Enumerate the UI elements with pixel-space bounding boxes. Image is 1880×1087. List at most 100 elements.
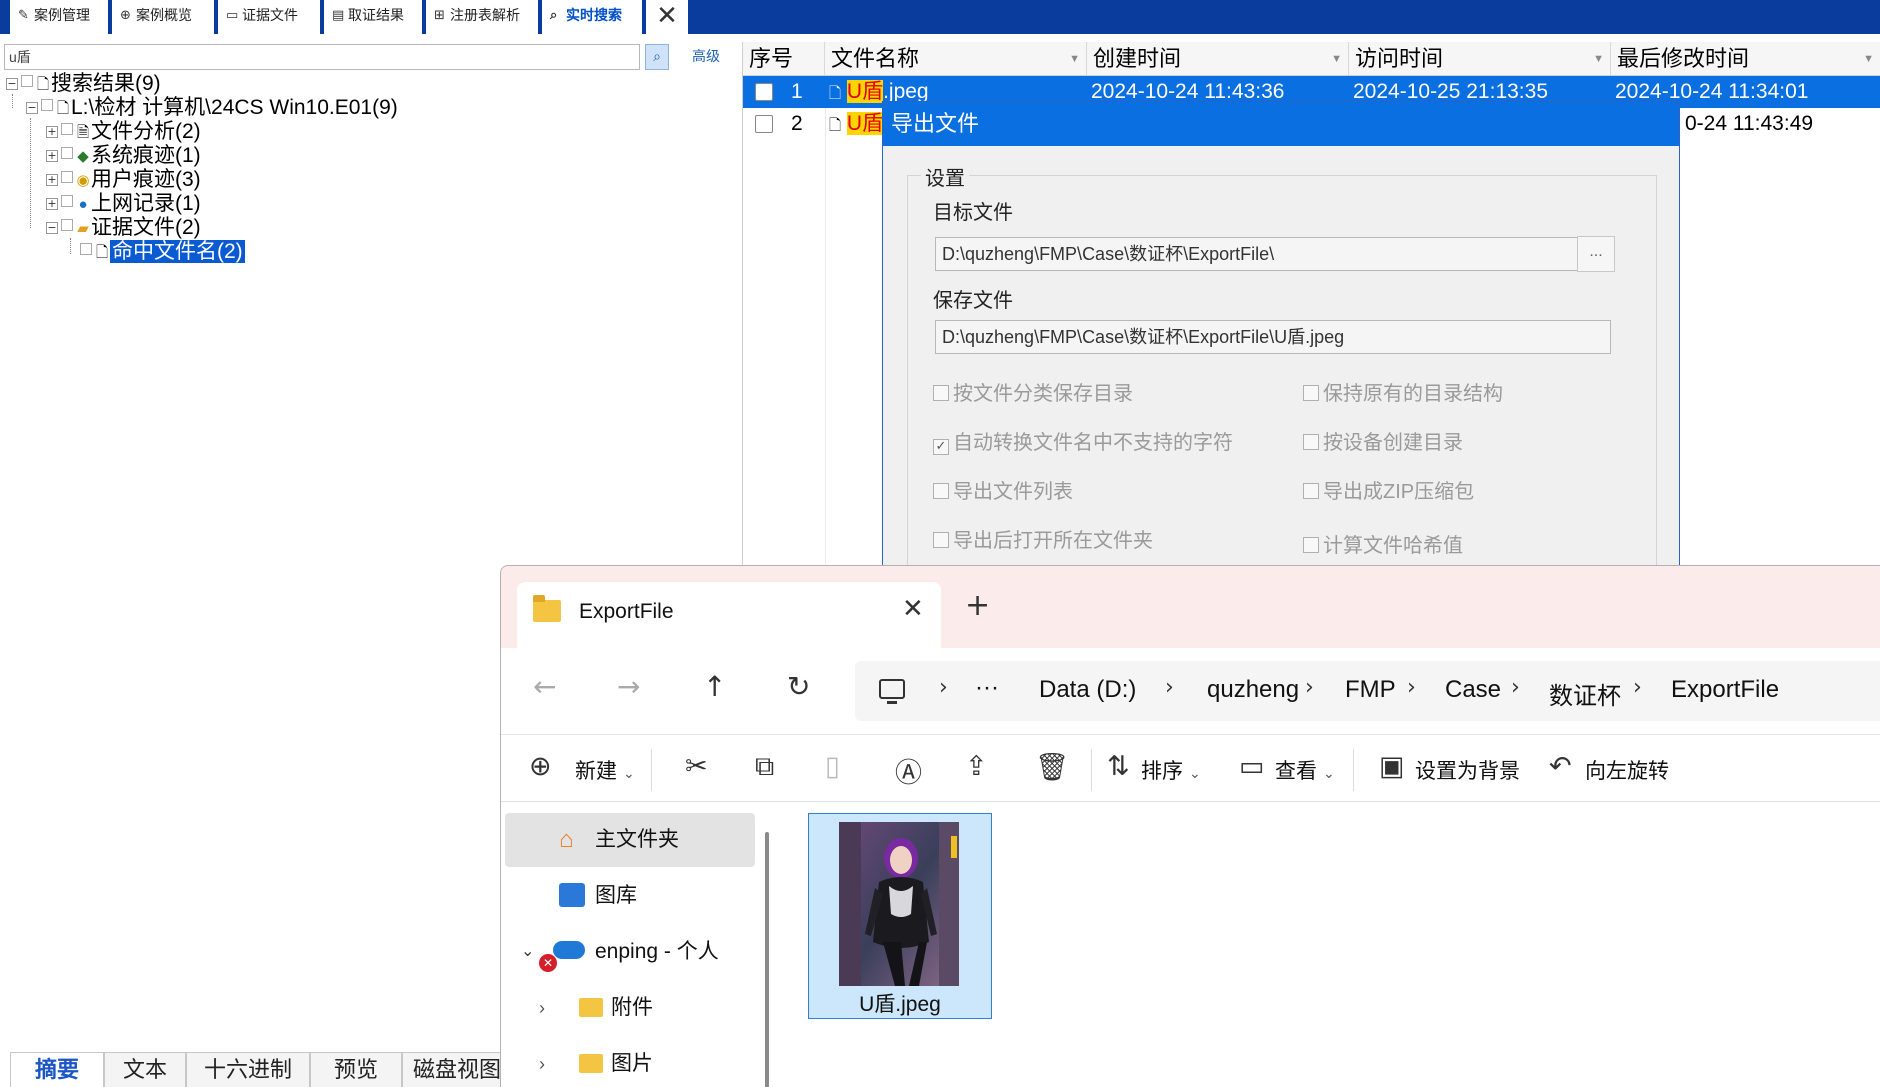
tree-node-user-traces[interactable]: + ◉用户痕迹(3) — [46, 168, 201, 192]
search-button[interactable]: ⌕ — [645, 44, 669, 70]
tree-checkbox[interactable] — [61, 123, 73, 135]
set-background-button[interactable]: 设置为背景 — [1415, 755, 1520, 785]
target-path-field[interactable]: D:\quzheng\FMP\Case\数证杯\ExportFile\ — [935, 237, 1579, 271]
tab-summary[interactable]: 摘要 — [10, 1052, 104, 1087]
sort-button[interactable]: 排序 ⌄ — [1141, 755, 1201, 785]
sidebar-item-onedrive[interactable]: ⌄ ✕ enping - 个人 — [505, 925, 755, 979]
tree-node-file-analysis[interactable]: + 🗎文件分析(2) — [46, 120, 201, 144]
column-header-index[interactable]: 序号 — [743, 42, 825, 76]
back-icon[interactable]: ← — [533, 670, 556, 703]
filter-icon[interactable]: ▼ — [1593, 42, 1604, 75]
row-checkbox[interactable] — [755, 83, 773, 101]
delete-icon[interactable]: 🗑 — [1035, 751, 1069, 783]
tab-case-management[interactable]: ✎ 案例管理 — [10, 0, 110, 34]
checkbox[interactable] — [1303, 537, 1319, 553]
collapse-icon[interactable]: − — [26, 102, 38, 114]
sidebar-item-pictures[interactable]: › 图片 — [505, 1037, 755, 1087]
checkbox[interactable] — [933, 532, 949, 548]
filter-icon[interactable]: ▼ — [1863, 42, 1874, 75]
expand-icon[interactable]: + — [46, 126, 58, 138]
option-create-by-device[interactable]: 按设备创建目录 — [1303, 426, 1463, 455]
tree-checkbox[interactable] — [61, 219, 73, 231]
tab-text[interactable]: 文本 — [104, 1052, 186, 1087]
checkbox[interactable] — [1303, 434, 1319, 450]
option-open-folder-after-export[interactable]: 导出后打开所在文件夹 — [933, 524, 1153, 553]
tab-preview[interactable]: 预览 — [310, 1052, 402, 1087]
forward-icon[interactable]: → — [617, 670, 640, 703]
breadcrumb-quzheng[interactable]: quzheng — [1207, 676, 1299, 704]
up-icon[interactable]: ↑ — [703, 670, 726, 703]
checkbox[interactable] — [1303, 385, 1319, 401]
option-export-zip[interactable]: 导出成ZIP压缩包 — [1303, 475, 1474, 504]
tree-checkbox[interactable] — [61, 147, 73, 159]
breadcrumb-shuzhengbei[interactable]: 数证杯 — [1549, 676, 1621, 711]
sidebar-scrollbar[interactable] — [765, 832, 769, 1087]
breadcrumb-exportfile[interactable]: ExportFile — [1671, 676, 1779, 704]
option-auto-convert-filename[interactable]: ✓ 自动转换文件名中不支持的字符 — [933, 426, 1233, 455]
expand-icon[interactable]: + — [46, 150, 58, 162]
view-button[interactable]: 查看 ⌄ — [1275, 755, 1335, 785]
chevron-right-icon[interactable]: › — [539, 981, 545, 1035]
option-compute-hash[interactable]: 计算文件哈希值 — [1303, 529, 1463, 558]
rename-icon[interactable]: Ⓐ — [895, 751, 922, 790]
tree-node-system-traces[interactable]: + ◆ 系统痕迹(1) — [46, 144, 201, 168]
search-input[interactable] — [4, 44, 640, 70]
option-save-by-category[interactable]: 按文件分类保存目录 — [933, 377, 1133, 406]
tree-node-search-results[interactable]: − 🗋搜索结果(9) — [6, 72, 161, 96]
dialog-title[interactable]: 导出文件 — [883, 102, 1679, 146]
tab-realtime-search[interactable]: ⌕ 实时搜索 — [542, 0, 644, 34]
refresh-icon[interactable]: ↻ — [787, 670, 810, 703]
filter-icon[interactable]: ▼ — [1069, 42, 1080, 75]
save-path-field[interactable]: D:\quzheng\FMP\Case\数证杯\ExportFile\U盾.jp… — [935, 320, 1611, 354]
breadcrumb-fmp[interactable]: FMP — [1345, 676, 1396, 704]
close-tab-icon[interactable]: ✕ — [646, 0, 688, 34]
column-header-created[interactable]: 创建时间 ▼ — [1087, 42, 1349, 76]
tree-node-evidence-files[interactable]: − ▰ 证据文件(2) — [46, 216, 201, 240]
column-header-accessed[interactable]: 访问时间 ▼ — [1349, 42, 1611, 76]
chevron-right-icon[interactable]: › — [1511, 675, 1520, 700]
tab-evidence-files[interactable]: ▭ 证据文件 — [218, 0, 322, 34]
expand-icon[interactable]: + — [46, 174, 58, 186]
tab-registry-parse[interactable]: ⊞ 注册表解析 — [426, 0, 540, 34]
chevron-right-icon[interactable]: › — [1305, 675, 1314, 700]
tab-disk-view[interactable]: 磁盘视图 — [402, 1052, 512, 1087]
tree-node-filename-hits[interactable]: 🗋 命中文件名(2) — [80, 240, 245, 264]
tree-checkbox[interactable] — [41, 99, 53, 111]
expand-icon[interactable]: + — [46, 198, 58, 210]
breadcrumb-data-drive[interactable]: Data (D:) — [1039, 676, 1136, 704]
new-button[interactable]: 新建 ⌄ — [575, 755, 635, 785]
checkbox-checked[interactable]: ✓ — [933, 439, 949, 455]
paste-icon[interactable]: ▯ — [825, 751, 840, 782]
filter-icon[interactable]: ▼ — [1331, 42, 1342, 75]
chevron-right-icon[interactable]: › — [539, 1037, 545, 1087]
collapse-icon[interactable]: − — [46, 222, 58, 234]
tree-checkbox[interactable] — [21, 75, 33, 87]
copy-icon[interactable]: ⧉ — [755, 751, 774, 783]
tree-checkbox[interactable] — [80, 243, 92, 255]
explorer-tab[interactable]: ExportFile ✕ — [517, 582, 941, 648]
column-header-modified[interactable]: 最后修改时间 ▼ — [1611, 42, 1880, 76]
collapse-icon[interactable]: − — [6, 78, 18, 90]
tab-forensic-results[interactable]: ▤ 取证结果 — [324, 0, 424, 34]
close-icon[interactable]: ✕ — [902, 594, 924, 624]
cut-icon[interactable]: ✂ — [685, 751, 708, 782]
chevron-right-icon[interactable]: › — [1633, 675, 1642, 700]
browse-button[interactable]: ... — [1577, 236, 1615, 272]
option-keep-directory-structure[interactable]: 保持原有的目录结构 — [1303, 377, 1503, 406]
tab-case-overview[interactable]: ⊕ 案例概览 — [112, 0, 216, 34]
option-export-file-list[interactable]: 导出文件列表 — [933, 475, 1073, 504]
new-tab-icon[interactable]: + — [965, 591, 990, 621]
checkbox[interactable] — [1303, 483, 1319, 499]
chevron-right-icon[interactable]: › — [939, 675, 948, 700]
chevron-right-icon[interactable]: › — [1165, 675, 1174, 700]
advanced-search-link[interactable]: 高级 — [692, 46, 720, 66]
breadcrumb-case[interactable]: Case — [1445, 676, 1501, 704]
tab-hex[interactable]: 十六进制 — [186, 1052, 310, 1087]
column-header-file-name[interactable]: 文件名称 ▼ — [825, 42, 1087, 76]
rotate-left-button[interactable]: 向左旋转 — [1585, 755, 1669, 785]
file-item[interactable]: U盾.jpeg — [808, 813, 992, 1019]
sidebar-item-gallery[interactable]: 图库 — [505, 869, 755, 923]
row-checkbox[interactable] — [755, 115, 773, 133]
tree-node-web-history[interactable]: + ● 上网记录(1) — [46, 192, 201, 216]
tree-node-evidence-source[interactable]: − 🗋L:\检材 计算机\24CS Win10.E01(9) — [26, 96, 398, 120]
